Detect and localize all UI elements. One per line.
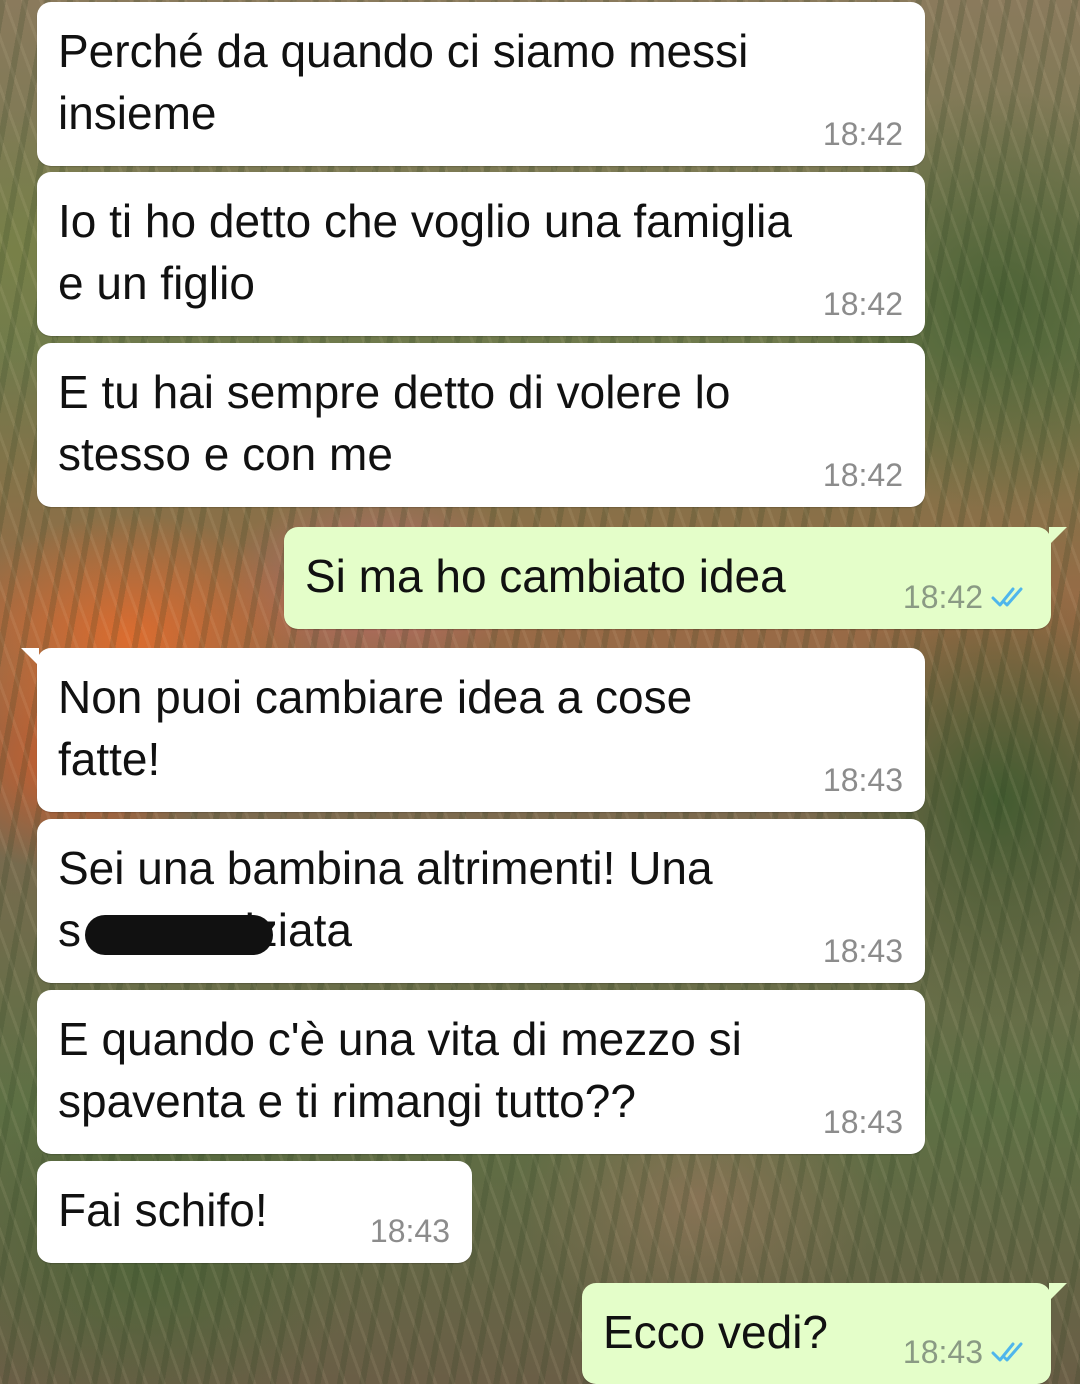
message-bubble-incoming[interactable]: E quando c'è una vita di mezzo si spaven…	[37, 990, 925, 1154]
message-bubble-incoming[interactable]: Fai schifo! 18:43	[37, 1161, 472, 1263]
bubble-tail	[1049, 527, 1067, 545]
message-timestamp: 18:43	[822, 762, 903, 798]
message-timestamp: 18:42	[822, 286, 903, 322]
message-timestamp: 18:43	[369, 1213, 450, 1249]
message-bubble-incoming[interactable]: Sei una bambina altrimenti! Una s viziat…	[37, 819, 925, 983]
message-bubble-incoming[interactable]: E tu hai sempre detto di volere lo stess…	[37, 343, 925, 507]
redaction-mark	[85, 915, 273, 955]
message-text: Ecco vedi?	[603, 1306, 829, 1358]
message-timestamp: 18:43	[822, 1104, 903, 1140]
message-timestamp: 18:42	[902, 579, 983, 615]
message-bubble-incoming[interactable]: Perché da quando ci siamo messi insieme …	[37, 2, 925, 166]
message-timestamp: 18:43	[902, 1334, 983, 1370]
bubble-tail	[21, 648, 39, 666]
message-text: Io ti ho detto che voglio una famiglia e…	[58, 195, 792, 309]
read-double-check-icon	[991, 1340, 1029, 1364]
message-bubble-outgoing[interactable]: Ecco vedi? 18:43	[582, 1283, 1067, 1384]
read-double-check-icon	[991, 585, 1029, 609]
message-timestamp: 18:42	[822, 457, 903, 493]
message-timestamp: 18:43	[822, 933, 903, 969]
message-text: E quando c'è una vita di mezzo si spaven…	[58, 1013, 742, 1127]
bubble-tail	[1049, 1283, 1067, 1301]
message-text: Perché da quando ci siamo messi insieme	[58, 25, 749, 139]
message-text: Fai schifo!	[58, 1184, 268, 1236]
message-bubble-incoming[interactable]: Io ti ho detto che voglio una famiglia e…	[37, 172, 925, 336]
message-timestamp: 18:42	[822, 116, 903, 152]
message-text: E tu hai sempre detto di volere lo stess…	[58, 366, 731, 480]
message-text: Non puoi cambiare idea a cose fatte!	[58, 671, 693, 785]
message-bubble-incoming[interactable]: Non puoi cambiare idea a cose fatte! 18:…	[21, 648, 925, 812]
message-text: Si ma ho cambiato idea	[305, 550, 786, 602]
message-bubble-outgoing[interactable]: Si ma ho cambiato idea 18:42	[284, 527, 1067, 629]
